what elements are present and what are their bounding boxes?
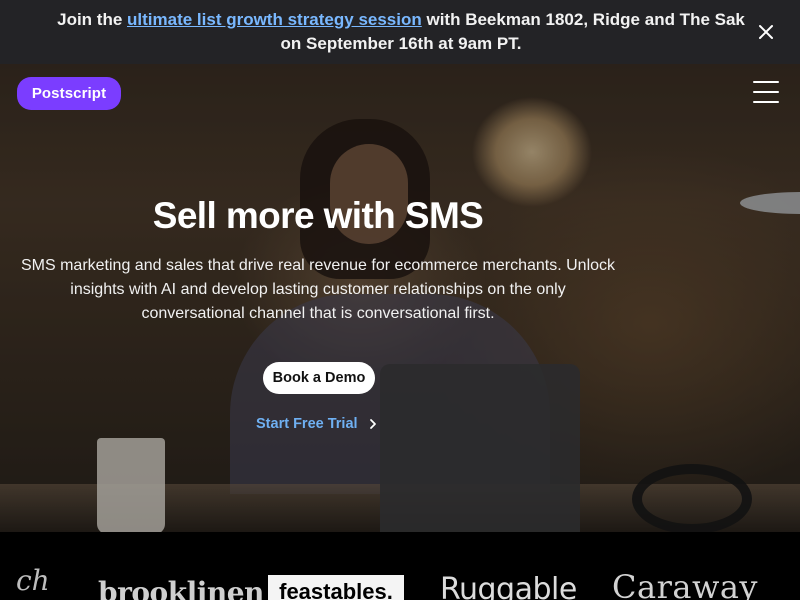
banner-prefix: Join the [57, 10, 128, 29]
brand-logo-caraway: Caraway [612, 568, 758, 600]
close-icon[interactable] [756, 22, 776, 42]
postscript-logo[interactable]: Postscript [17, 77, 121, 110]
hero-description: SMS marketing and sales that drive real … [20, 257, 616, 322]
customer-logos-strip: ch brooklinen feastables. Ruggable Caraw… [0, 532, 800, 600]
brand-logo-partial: ch [16, 564, 50, 597]
chevron-right-icon [369, 419, 376, 429]
book-demo-button[interactable]: Book a Demo [263, 362, 375, 394]
announcement-banner: Join the ultimate list growth strategy s… [0, 0, 800, 64]
brand-logo-brooklinen: brooklinen [98, 576, 264, 600]
hamburger-menu-icon[interactable] [753, 81, 779, 105]
start-free-trial-link[interactable]: Start Free Trial [256, 414, 378, 434]
banner-text: Join the ultimate list growth strategy s… [50, 8, 750, 56]
brand-logo-feastables: feastables. [268, 575, 404, 600]
banner-link[interactable]: ultimate list growth strategy session [127, 10, 422, 29]
brand-logo-ruggable: Ruggable [440, 572, 577, 600]
hero-section: Postscript Sell more with SMS SMS market… [0, 64, 800, 532]
start-free-trial-label: Start Free Trial [256, 416, 358, 432]
hero-title: Sell more with SMS [152, 195, 484, 236]
